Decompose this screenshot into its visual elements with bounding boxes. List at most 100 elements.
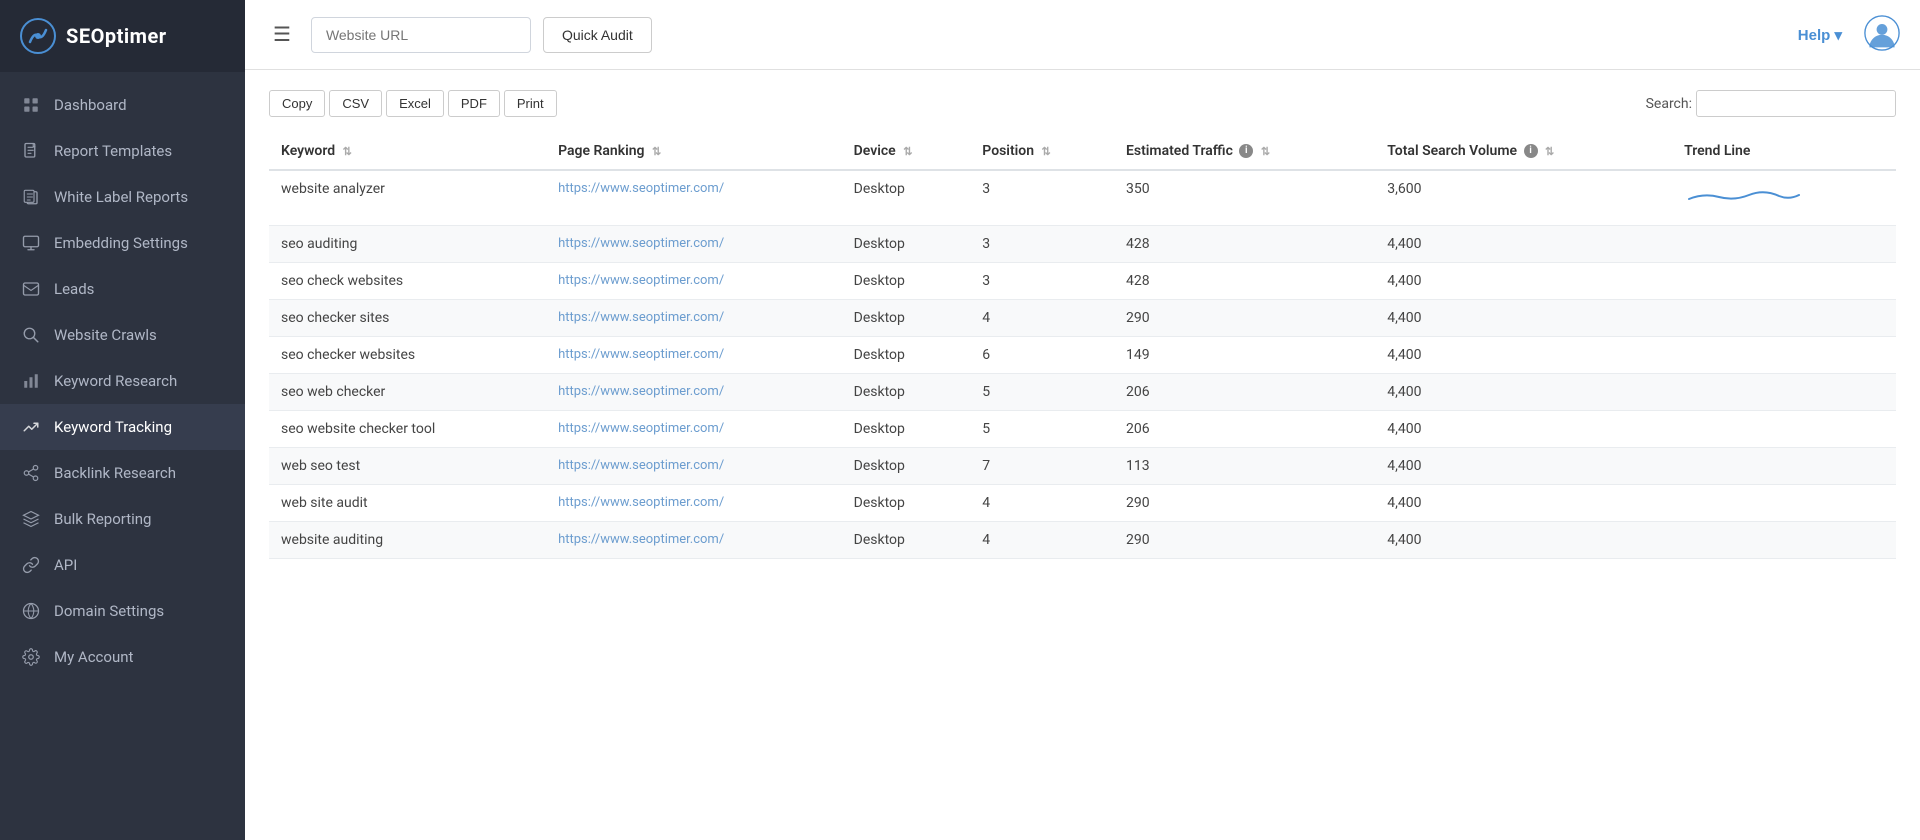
cell-trend-line: [1672, 226, 1896, 263]
sidebar-item-domain-settings[interactable]: Domain Settings: [0, 588, 245, 634]
sidebar-item-report-templates[interactable]: Report Templates: [0, 128, 245, 174]
estimated-traffic-info-icon[interactable]: i: [1239, 144, 1253, 158]
cell-estimated-traffic: 290: [1114, 522, 1375, 559]
sidebar-item-keyword-research-label: Keyword Research: [54, 372, 177, 390]
search-icon: [22, 326, 40, 344]
cell-total-search-volume: 4,400: [1375, 300, 1672, 337]
csv-button[interactable]: CSV: [329, 90, 382, 117]
cell-total-search-volume: 4,400: [1375, 226, 1672, 263]
cell-page-ranking[interactable]: https://www.seoptimer.com/: [546, 300, 842, 337]
mail-icon: [22, 280, 40, 298]
cell-trend-line: [1672, 337, 1896, 374]
table-row: seo web checkerhttps://www.seoptimer.com…: [269, 374, 1896, 411]
sidebar-item-backlink-research[interactable]: Backlink Research: [0, 450, 245, 496]
th-estimated-traffic[interactable]: Estimated Traffic i ⇅: [1114, 133, 1375, 170]
layers-icon: [22, 510, 40, 528]
sidebar-item-embedding-settings-label: Embedding Settings: [54, 234, 188, 252]
cell-trend-line: [1672, 170, 1896, 226]
cell-keyword: seo checker sites: [269, 300, 546, 337]
sidebar-item-white-label-reports[interactable]: White Label Reports: [0, 174, 245, 220]
cell-page-ranking[interactable]: https://www.seoptimer.com/: [546, 337, 842, 374]
help-button[interactable]: Help ▾: [1798, 26, 1842, 44]
cell-device: Desktop: [842, 337, 971, 374]
cell-page-ranking[interactable]: https://www.seoptimer.com/: [546, 411, 842, 448]
url-input[interactable]: [311, 17, 531, 53]
cell-keyword: seo web checker: [269, 374, 546, 411]
th-device[interactable]: Device ⇅: [842, 133, 971, 170]
quick-audit-button[interactable]: Quick Audit: [543, 17, 652, 53]
settings-icon: [22, 648, 40, 666]
copy-icon: [22, 188, 40, 206]
search-input[interactable]: [1696, 90, 1896, 117]
th-total-search-volume[interactable]: Total Search Volume i ⇅: [1375, 133, 1672, 170]
sidebar-item-my-account-label: My Account: [54, 648, 133, 666]
grid-icon: [22, 96, 40, 114]
sidebar-item-my-account[interactable]: My Account: [0, 634, 245, 680]
cell-page-ranking[interactable]: https://www.seoptimer.com/: [546, 448, 842, 485]
user-avatar-button[interactable]: [1864, 15, 1900, 55]
cell-estimated-traffic: 206: [1114, 374, 1375, 411]
table-row: seo checker siteshttps://www.seoptimer.c…: [269, 300, 1896, 337]
main-wrapper: ☰ Quick Audit Help ▾ Copy CSV Excel PDF …: [245, 0, 1920, 840]
table-toolbar: Copy CSV Excel PDF Print Search:: [269, 90, 1896, 117]
table-row: web site audithttps://www.seoptimer.com/…: [269, 485, 1896, 522]
search-label: Search:: [1646, 96, 1692, 112]
th-position[interactable]: Position ⇅: [970, 133, 1114, 170]
cell-total-search-volume: 4,400: [1375, 337, 1672, 374]
logo-text: SEOptimer: [66, 24, 167, 48]
hamburger-button[interactable]: ☰: [265, 14, 299, 55]
table-row: seo website checker toolhttps://www.seop…: [269, 411, 1896, 448]
pdf-button[interactable]: PDF: [448, 90, 500, 117]
copy-button[interactable]: Copy: [269, 90, 325, 117]
cell-trend-line: [1672, 300, 1896, 337]
cell-total-search-volume: 4,400: [1375, 374, 1672, 411]
cell-position: 3: [970, 170, 1114, 226]
table-row: seo check websiteshttps://www.seoptimer.…: [269, 263, 1896, 300]
sort-icon-device: ⇅: [903, 145, 912, 158]
cell-keyword: website analyzer: [269, 170, 546, 226]
sidebar-item-keyword-tracking-label: Keyword Tracking: [54, 418, 172, 436]
th-keyword[interactable]: Keyword ⇅: [269, 133, 546, 170]
sort-icon-position: ⇅: [1042, 145, 1051, 158]
cell-page-ranking[interactable]: https://www.seoptimer.com/: [546, 374, 842, 411]
cell-position: 4: [970, 485, 1114, 522]
trending-up-icon: [22, 418, 40, 436]
sidebar-item-api[interactable]: API: [0, 542, 245, 588]
cell-page-ranking[interactable]: https://www.seoptimer.com/: [546, 263, 842, 300]
content-area: Copy CSV Excel PDF Print Search: Keyword…: [245, 70, 1920, 840]
sidebar-item-keyword-tracking[interactable]: Keyword Tracking: [0, 404, 245, 450]
total-search-volume-info-icon[interactable]: i: [1524, 144, 1538, 158]
cell-estimated-traffic: 290: [1114, 300, 1375, 337]
share-icon: [22, 464, 40, 482]
th-trend-line: Trend Line: [1672, 133, 1896, 170]
sidebar-item-bulk-reporting-label: Bulk Reporting: [54, 510, 151, 528]
sidebar-item-leads[interactable]: Leads: [0, 266, 245, 312]
cell-page-ranking[interactable]: https://www.seoptimer.com/: [546, 522, 842, 559]
cell-total-search-volume: 4,400: [1375, 263, 1672, 300]
sidebar-item-website-crawls[interactable]: Website Crawls: [0, 312, 245, 358]
cell-keyword: website auditing: [269, 522, 546, 559]
cell-page-ranking[interactable]: https://www.seoptimer.com/: [546, 226, 842, 263]
sidebar-item-bulk-reporting[interactable]: Bulk Reporting: [0, 496, 245, 542]
sidebar-logo[interactable]: SEOptimer: [0, 0, 245, 72]
sidebar-nav: Dashboard Report Templates White Label R…: [0, 72, 245, 840]
cell-position: 4: [970, 300, 1114, 337]
excel-button[interactable]: Excel: [386, 90, 444, 117]
cell-estimated-traffic: 290: [1114, 485, 1375, 522]
file-text-icon: [22, 142, 40, 160]
keyword-table: Keyword ⇅ Page Ranking ⇅ Device ⇅ Positi…: [269, 133, 1896, 559]
logo-icon: [20, 18, 56, 54]
sidebar-item-dashboard[interactable]: Dashboard: [0, 82, 245, 128]
sidebar-item-embedding-settings[interactable]: Embedding Settings: [0, 220, 245, 266]
cell-device: Desktop: [842, 170, 971, 226]
print-button[interactable]: Print: [504, 90, 557, 117]
cell-keyword: seo checker websites: [269, 337, 546, 374]
cell-page-ranking[interactable]: https://www.seoptimer.com/: [546, 170, 842, 226]
cell-keyword: seo auditing: [269, 226, 546, 263]
th-page-ranking[interactable]: Page Ranking ⇅: [546, 133, 842, 170]
cell-total-search-volume: 4,400: [1375, 522, 1672, 559]
cell-page-ranking[interactable]: https://www.seoptimer.com/: [546, 485, 842, 522]
table-row: website analyzerhttps://www.seoptimer.co…: [269, 170, 1896, 226]
sidebar-item-keyword-research[interactable]: Keyword Research: [0, 358, 245, 404]
cell-estimated-traffic: 149: [1114, 337, 1375, 374]
